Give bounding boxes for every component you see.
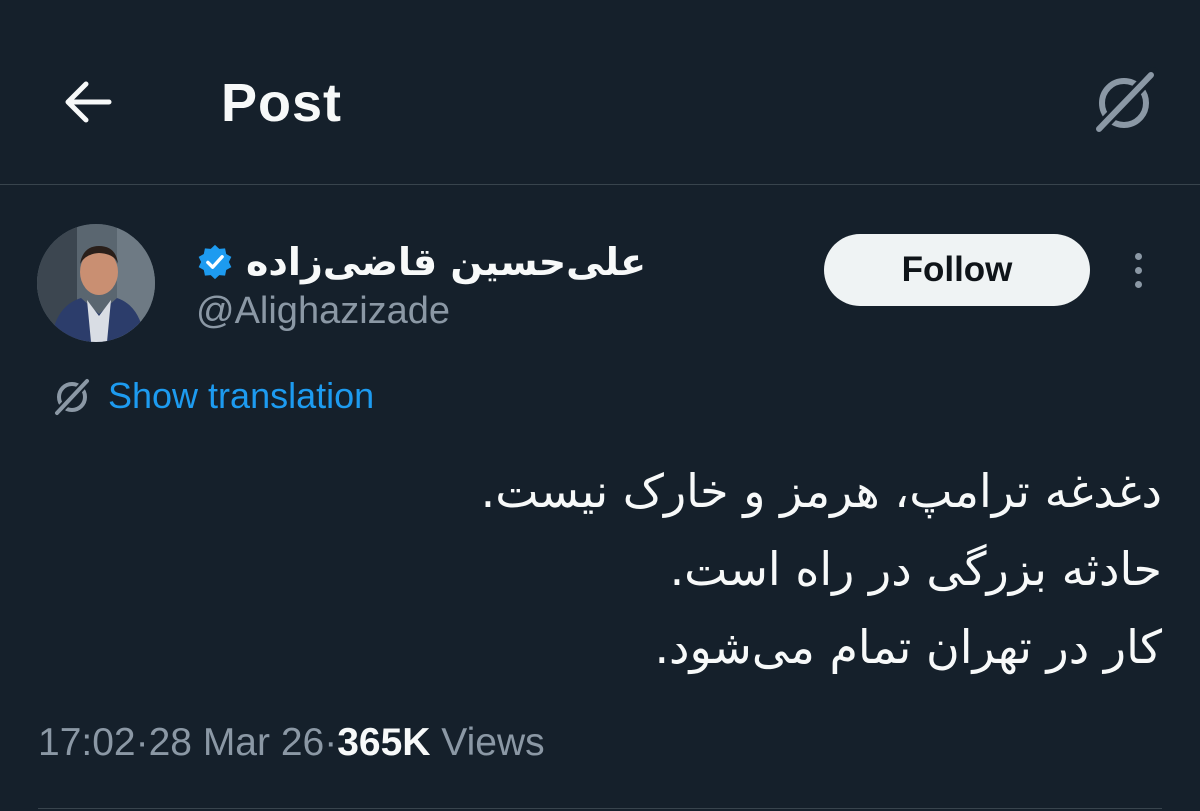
more-options-button[interactable]	[1118, 244, 1158, 296]
tweet-date[interactable]: 28 Mar 26	[149, 721, 325, 765]
translate-icon	[52, 376, 92, 418]
verified-badge-icon	[198, 244, 232, 280]
user-handle[interactable]: @Alighazizade	[196, 290, 450, 333]
grok-icon	[1091, 67, 1159, 137]
tweet-meta: 17:02 · 28 Mar 26 · 365K Views	[38, 715, 545, 771]
meta-separator: ·	[324, 721, 338, 764]
grok-button[interactable]	[1084, 62, 1164, 142]
divider	[38, 808, 1162, 809]
tweet-time[interactable]: 17:02	[38, 721, 136, 765]
show-translation-label[interactable]: Show translation	[108, 375, 374, 417]
back-button[interactable]	[52, 70, 122, 134]
page-title: Post	[221, 73, 343, 133]
display-name[interactable]: علی‌حسین قاضی‌زاده	[246, 240, 646, 284]
more-vertical-icon	[1134, 252, 1142, 260]
avatar[interactable]	[37, 224, 155, 342]
display-name-row: علی‌حسین قاضی‌زاده	[196, 234, 646, 290]
more-vertical-icon-dot	[1134, 280, 1142, 288]
tweet-line: دغدغه ترامپ، هرمز و خارک نیست.	[480, 464, 1162, 518]
tweet-line: کار در تهران تمام می‌شود.	[654, 620, 1162, 674]
meta-separator: ·	[135, 721, 149, 764]
tweet-text: دغدغه ترامپ، هرمز و خارک نیست. حادثه بزر…	[42, 452, 1162, 686]
views-count[interactable]: 365K	[337, 721, 430, 765]
follow-button[interactable]: Follow	[824, 234, 1090, 306]
user-avatar-icon	[37, 224, 155, 342]
show-translation-link[interactable]: Show translation	[50, 372, 374, 420]
more-vertical-icon-dot	[1134, 266, 1142, 274]
views-label-text: Views	[441, 721, 545, 764]
top-bar: Post	[0, 0, 1200, 185]
arrow-left-icon	[65, 81, 112, 123]
tweet-line: حادثه بزرگی در راه است.	[669, 542, 1162, 596]
views-label: Views	[430, 721, 544, 765]
author-row: علی‌حسین قاضی‌زاده @Alighazizade Follow	[0, 220, 1200, 350]
